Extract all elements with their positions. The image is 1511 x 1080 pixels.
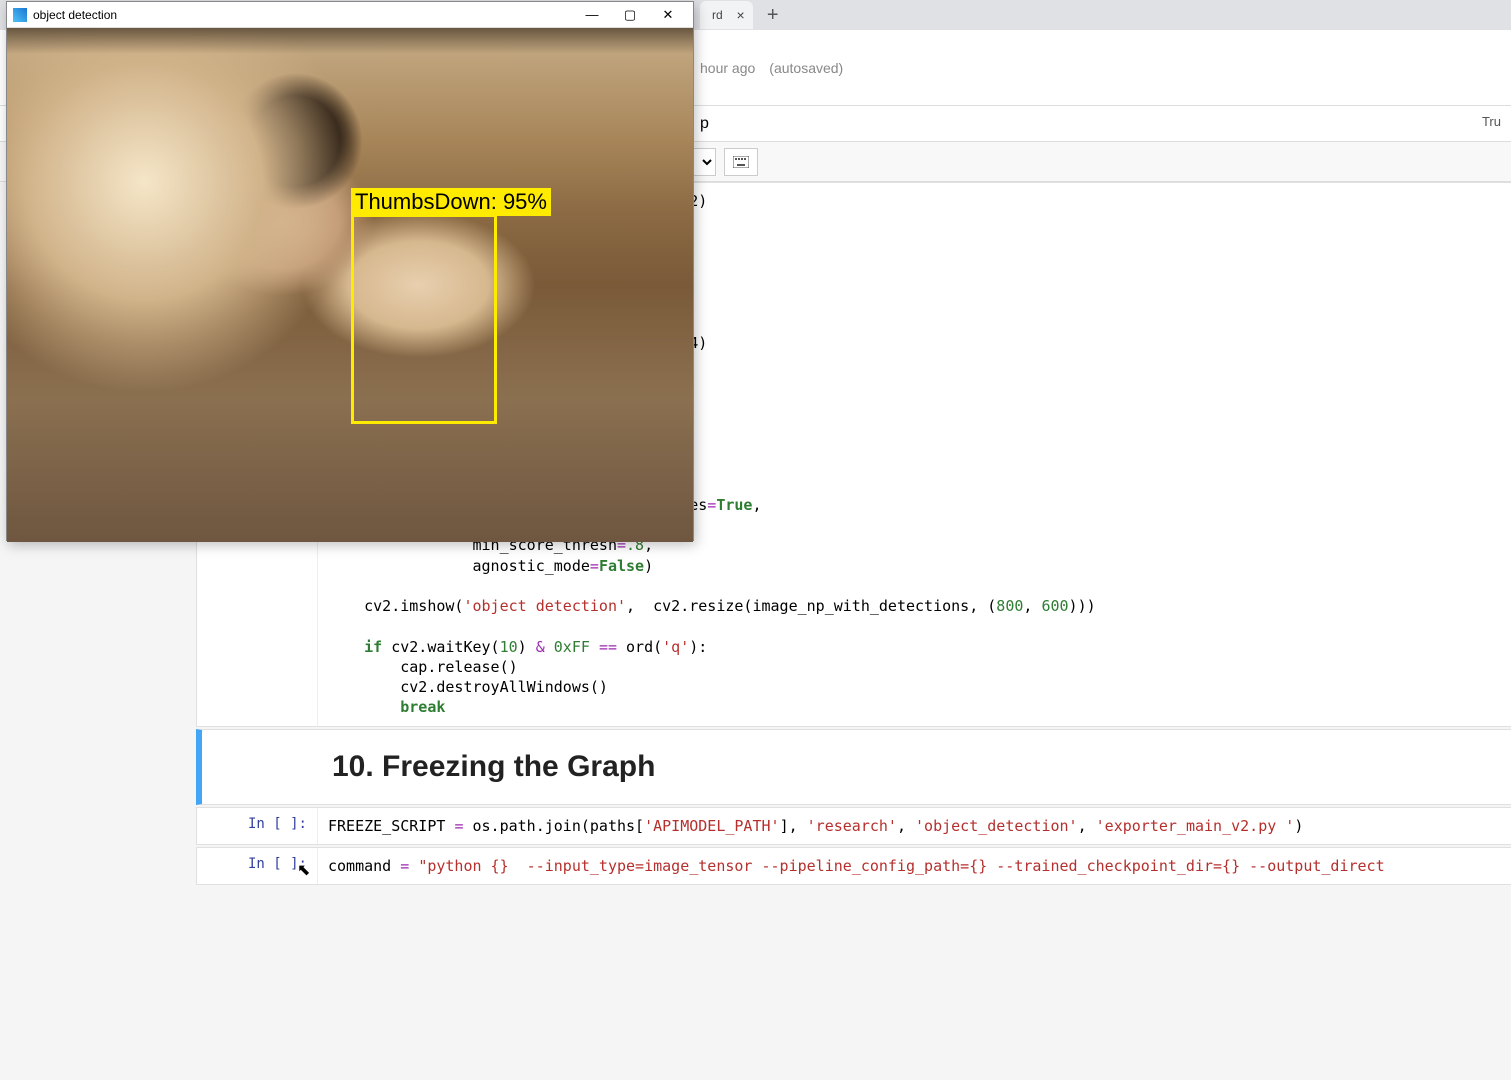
close-button[interactable]: ✕ [649,4,687,26]
opencv-window[interactable]: object detection — ▢ ✕ ThumbsDown: 95% [6,1,694,541]
code-area[interactable]: command = "python {} --input_type=image_… [317,848,1511,884]
cell-prompt: In [ ]: [197,848,317,884]
menu-item[interactable]: p [700,115,709,133]
heading-area: 10. Freezing the Graph [322,730,1511,804]
keyboard-icon [733,156,749,168]
tab-title: rd [712,8,723,22]
command-palette-button[interactable] [724,148,758,176]
autosaved-label: (autosaved) [769,60,843,76]
section-heading: 10. Freezing the Graph [332,750,1511,784]
code-cell[interactable]: In [ ]: command = "python {} --input_typ… [196,847,1511,885]
code-area[interactable]: FREEZE_SCRIPT = os.path.join(paths['APIM… [317,808,1511,844]
new-tab-button[interactable]: + [759,1,787,29]
camera-image [7,28,693,542]
markdown-cell[interactable]: 10. Freezing the Graph [196,729,1511,805]
trusted-indicator[interactable]: Tru [1482,114,1501,129]
app-icon [13,8,27,22]
minimize-button[interactable]: — [573,4,611,26]
maximize-button[interactable]: ▢ [611,4,649,26]
window-title: object detection [33,8,573,22]
checkpoint-time: hour ago [700,60,755,76]
cell-prompt: In [ ]: [197,808,317,844]
detection-label: ThumbsDown: 95% [351,188,551,216]
cell-prompt [202,730,322,804]
tab-close-icon[interactable]: × [736,7,744,23]
window-titlebar[interactable]: object detection — ▢ ✕ [7,2,693,28]
browser-tab[interactable]: rd × [700,1,753,29]
detection-box [351,214,497,424]
code-cell[interactable]: In [ ]: FREEZE_SCRIPT = os.path.join(pat… [196,807,1511,845]
video-frame: ThumbsDown: 95% [7,28,693,542]
